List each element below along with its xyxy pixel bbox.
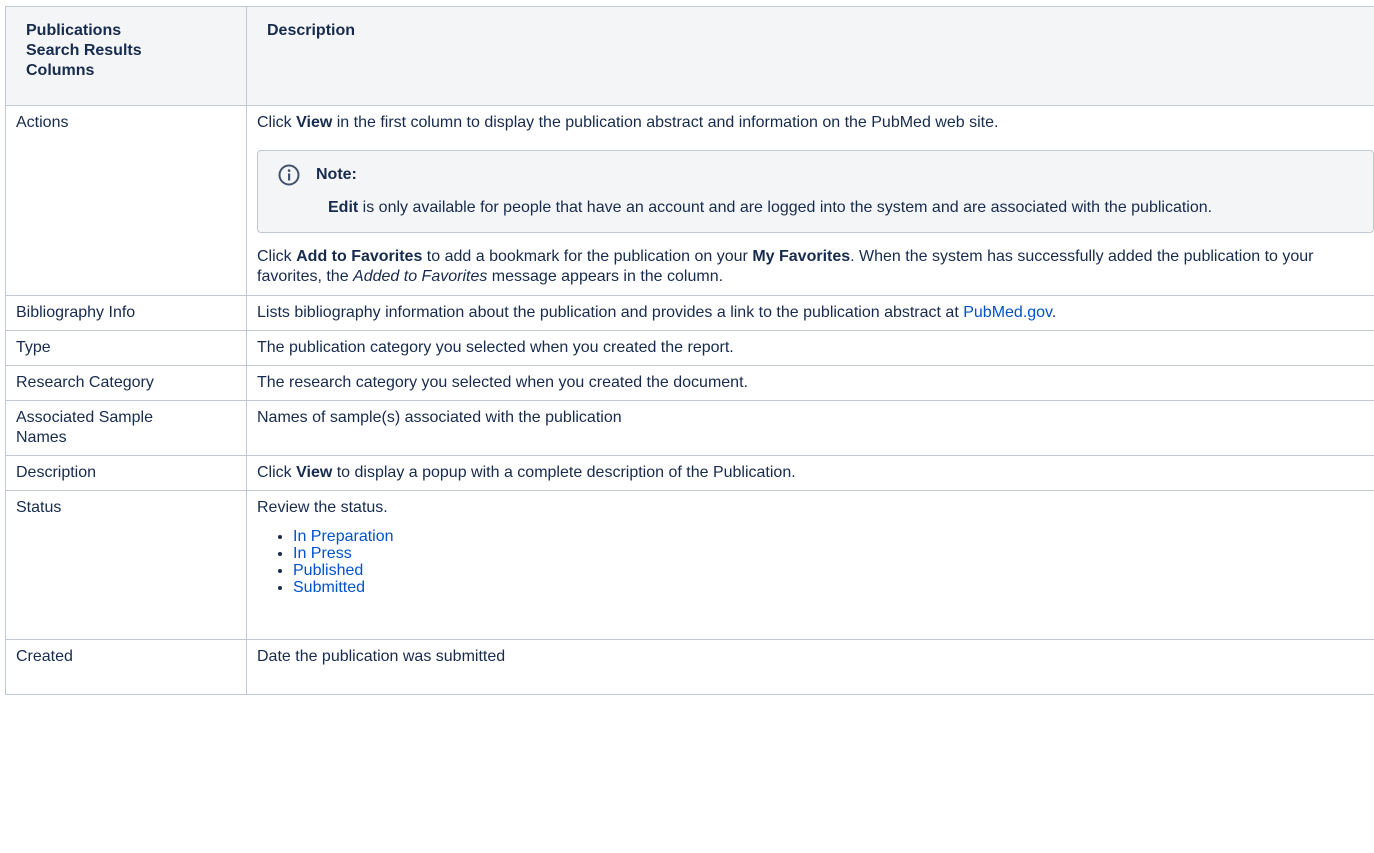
row-description: Review the status. In Preparation In Pre… xyxy=(246,490,1374,640)
row-label: Status xyxy=(5,490,247,640)
row-description: Names of sample(s) associated with the p… xyxy=(246,400,1374,456)
status-intro: Review the status. xyxy=(257,499,388,516)
row-description: The publication category you selected wh… xyxy=(246,330,1374,366)
row-label: Bibliography Info xyxy=(5,295,247,331)
note-body: Edit is only available for people that h… xyxy=(328,199,1213,216)
edit-label: Edit xyxy=(328,199,359,216)
view-label: View xyxy=(296,114,333,131)
row-label: Created xyxy=(5,639,247,695)
list-item: Submitted xyxy=(293,579,1374,596)
table-row: Type The publication category you select… xyxy=(5,330,1374,366)
list-item: In Preparation xyxy=(293,528,1374,545)
header-description-label: Description xyxy=(267,22,356,39)
pubmed-link[interactable]: PubMed.gov xyxy=(963,304,1052,321)
row-label: Description xyxy=(5,455,247,491)
info-icon xyxy=(278,164,300,186)
list-item: In Press xyxy=(293,545,1374,562)
table-row: Created Date the publication was submitt… xyxy=(5,639,1374,695)
row-description: Date the publication was submitted xyxy=(246,639,1374,695)
status-list: In Preparation In Press Published Submit… xyxy=(257,528,1374,596)
row-label: Actions xyxy=(5,105,247,296)
status-link-in-press[interactable]: In Press xyxy=(293,545,352,562)
actions-paragraph-1: Click View in the first column to displa… xyxy=(257,114,999,131)
table-row: Description Click View to display a popu… xyxy=(5,455,1374,491)
publications-columns-table: Publications Search Results Columns Desc… xyxy=(5,6,1374,695)
row-description: Lists bibliography information about the… xyxy=(246,295,1374,331)
table-row: Bibliography Info Lists bibliography inf… xyxy=(5,295,1374,331)
header-description: Description xyxy=(246,6,1374,106)
table-row: Associated Sample Names Names of sample(… xyxy=(5,400,1374,456)
row-label: Research Category xyxy=(5,365,247,401)
status-link-in-preparation[interactable]: In Preparation xyxy=(293,528,394,545)
row-label: Associated Sample Names xyxy=(5,400,247,456)
table-row: Status Review the status. In Preparation… xyxy=(5,490,1374,640)
status-link-submitted[interactable]: Submitted xyxy=(293,579,365,596)
row-description: Click View in the first column to displa… xyxy=(246,105,1374,296)
row-description: The research category you selected when … xyxy=(246,365,1374,401)
note-title: Note: xyxy=(316,166,357,183)
row-label: Type xyxy=(5,330,247,366)
header-columns: Publications Search Results Columns xyxy=(5,6,247,106)
status-link-published[interactable]: Published xyxy=(293,562,363,579)
header-columns-label: Publications Search Results Columns xyxy=(26,22,142,79)
note-panel: Note: Edit is only available for people … xyxy=(257,150,1374,233)
table-header-row: Publications Search Results Columns Desc… xyxy=(5,6,1374,106)
actions-paragraph-2: Click Add to Favorites to add a bookmark… xyxy=(257,248,1314,285)
list-item: Published xyxy=(293,562,1374,579)
table-row: Actions Click View in the first column t… xyxy=(5,105,1374,296)
table-row: Research Category The research category … xyxy=(5,365,1374,401)
row-description: Click View to display a popup with a com… xyxy=(246,455,1374,491)
